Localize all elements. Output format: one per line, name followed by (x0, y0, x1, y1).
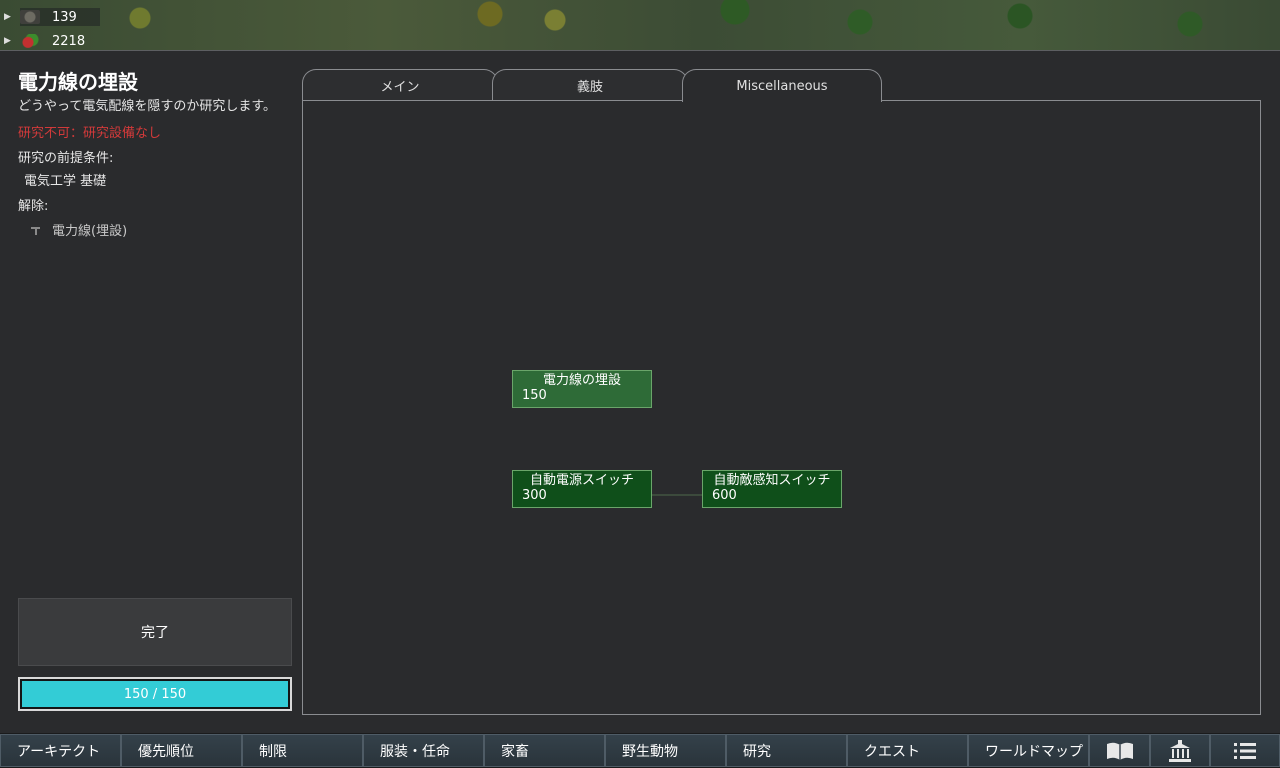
prerequisite-item: 電気工学 基礎 (24, 174, 107, 189)
tab-miscellaneous[interactable]: Miscellaneous (682, 69, 882, 102)
research-node-cost: 150 (522, 388, 547, 403)
main-tab-bar: アーキテクト 優先順位 制限 服装・任命 家畜 野生動物 研究 クエスト ワール… (0, 733, 1280, 768)
book-icon (1106, 742, 1133, 760)
research-progress-bar: 150 / 150 (18, 677, 292, 711)
unlocks-label: 解除: (18, 199, 49, 214)
assign-button[interactable]: 服装・任命 (363, 734, 484, 767)
resource-value-food: 2218 (52, 33, 86, 49)
research-node-cost: 300 (522, 488, 547, 503)
research-node-name: 電力線の埋設 (542, 373, 621, 388)
research-node-cost: 600 (712, 488, 737, 503)
history-button[interactable] (1089, 734, 1150, 767)
menu-icon (1234, 742, 1256, 759)
expand-arrow-icon[interactable]: ▶ (4, 12, 12, 22)
resource-value-silver: 139 (52, 9, 77, 25)
wildlife-button[interactable]: 野生動物 (605, 734, 726, 767)
research-node-name: 自動敵感知スイッチ (713, 473, 831, 488)
tab-main[interactable]: メイン (302, 69, 498, 101)
animals-button[interactable]: 家畜 (484, 734, 605, 767)
menu-button[interactable] (1210, 734, 1280, 767)
research-node-auto-power-switch[interactable]: 自動電源スイッチ 300 (512, 470, 652, 508)
resource-row-silver[interactable]: ▶ 139 (0, 6, 100, 28)
research-window: 電力線の埋設 どうやって電気配線を隠すのか研究します。 研究不可：研究設備なし … (0, 50, 1280, 734)
expand-arrow-icon[interactable]: ▶ (4, 36, 12, 46)
progress-text: 150 / 150 (123, 686, 187, 702)
done-button[interactable]: 完了 (18, 598, 292, 666)
research-node-name: 自動電源スイッチ (529, 473, 634, 488)
project-description: どうやって電気配線を隠すのか研究します。 (18, 99, 277, 114)
prerequisite-link (652, 494, 703, 496)
architect-button[interactable]: アーキテクト (0, 734, 121, 767)
priority-button[interactable]: 優先順位 (121, 734, 242, 767)
world-map-button[interactable]: ワールドマップ (968, 734, 1089, 767)
resource-row-food[interactable]: ▶ 2218 (0, 30, 85, 52)
project-info-panel: 電力線の埋設 どうやって電気配線を隠すのか研究します。 研究不可：研究設備なし … (18, 69, 292, 239)
restrict-button[interactable]: 制限 (242, 734, 363, 767)
game-world-view: ▶ 139 ▶ 2218 (0, 0, 1280, 50)
unlock-item[interactable]: 電力線(埋設) (30, 220, 292, 239)
quests-button[interactable]: クエスト (847, 734, 968, 767)
food-icon (20, 34, 40, 48)
unlock-item-label: 電力線(埋設) (52, 224, 128, 239)
factions-button[interactable] (1150, 734, 1210, 767)
research-button[interactable]: 研究 (726, 734, 847, 767)
research-node-enemy-sensor-switch[interactable]: 自動敵感知スイッチ 600 (702, 470, 842, 508)
power-conduit-icon (30, 224, 42, 236)
research-tree: 電力線の埋設 150 自動電源スイッチ 300 自動敵感知スイッチ 600 (302, 100, 1261, 715)
building-icon (1169, 739, 1191, 762)
tab-bionics[interactable]: 義肢 (492, 69, 688, 101)
prerequisites-label: 研究の前提条件: (18, 151, 114, 166)
research-status: 研究不可：研究設備なし (18, 126, 162, 141)
research-node-buried-conduit[interactable]: 電力線の埋設 150 (512, 370, 652, 408)
project-title: 電力線の埋設 (18, 70, 138, 94)
